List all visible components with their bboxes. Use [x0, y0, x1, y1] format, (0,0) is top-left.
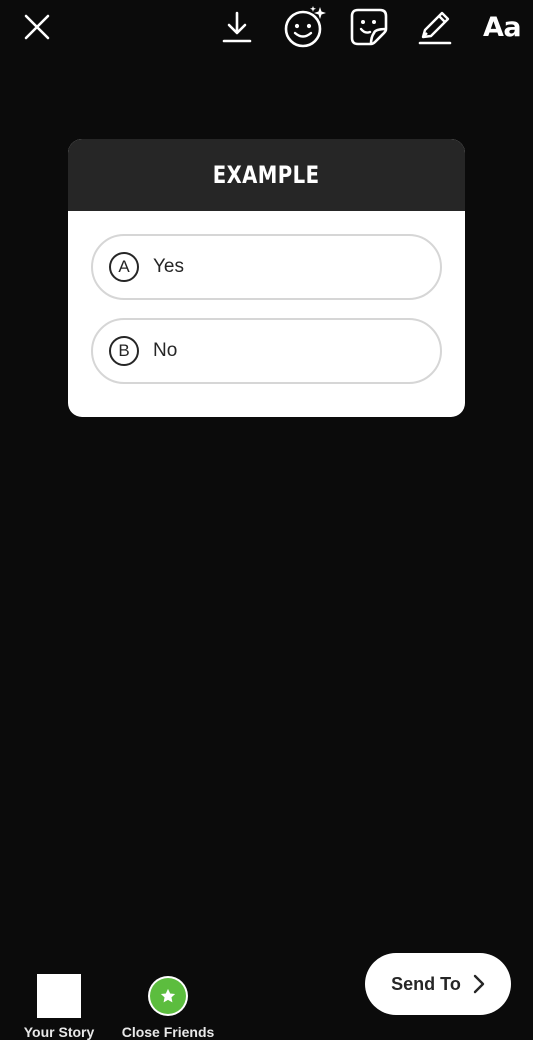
chevron-right-icon [473, 974, 485, 994]
option-letter: B [109, 336, 139, 366]
quiz-options: A Yes B No [68, 211, 465, 384]
quiz-sticker[interactable]: EXAMPLE A Yes B No [68, 139, 465, 417]
draw-button[interactable] [414, 6, 456, 48]
pen-icon [418, 11, 452, 45]
close-icon [24, 14, 50, 40]
quiz-option-b[interactable]: B No [91, 318, 442, 384]
close-friends-button[interactable]: Close Friends [114, 974, 222, 1040]
send-to-button[interactable]: Send To [365, 953, 511, 1015]
story-thumbnail [37, 974, 81, 1018]
option-text: Yes [153, 256, 184, 277]
quiz-header: EXAMPLE [68, 139, 465, 211]
top-toolbar: Aa [0, 0, 533, 56]
close-friends-badge [148, 976, 188, 1016]
face-effects-button[interactable] [280, 6, 330, 48]
download-icon [222, 11, 252, 43]
close-button[interactable] [16, 6, 58, 48]
sticker-icon [350, 8, 388, 46]
download-button[interactable] [216, 6, 258, 48]
quiz-option-a[interactable]: A Yes [91, 234, 442, 300]
close-friends-label: Close Friends [121, 1024, 215, 1040]
star-icon [160, 988, 176, 1003]
send-to-label: Send To [391, 973, 461, 994]
bottom-share-bar: Your Story Close Friends Send To [0, 934, 533, 1040]
option-text: No [153, 340, 178, 361]
your-story-button[interactable]: Your Story [18, 974, 100, 1040]
option-letter: A [109, 252, 139, 282]
quiz-title[interactable]: EXAMPLE [213, 161, 320, 189]
your-story-label: Your Story [23, 1024, 95, 1040]
face-effects-icon [284, 6, 326, 48]
sticker-button[interactable] [346, 6, 392, 48]
text-tool-button[interactable]: Aa [474, 6, 530, 48]
